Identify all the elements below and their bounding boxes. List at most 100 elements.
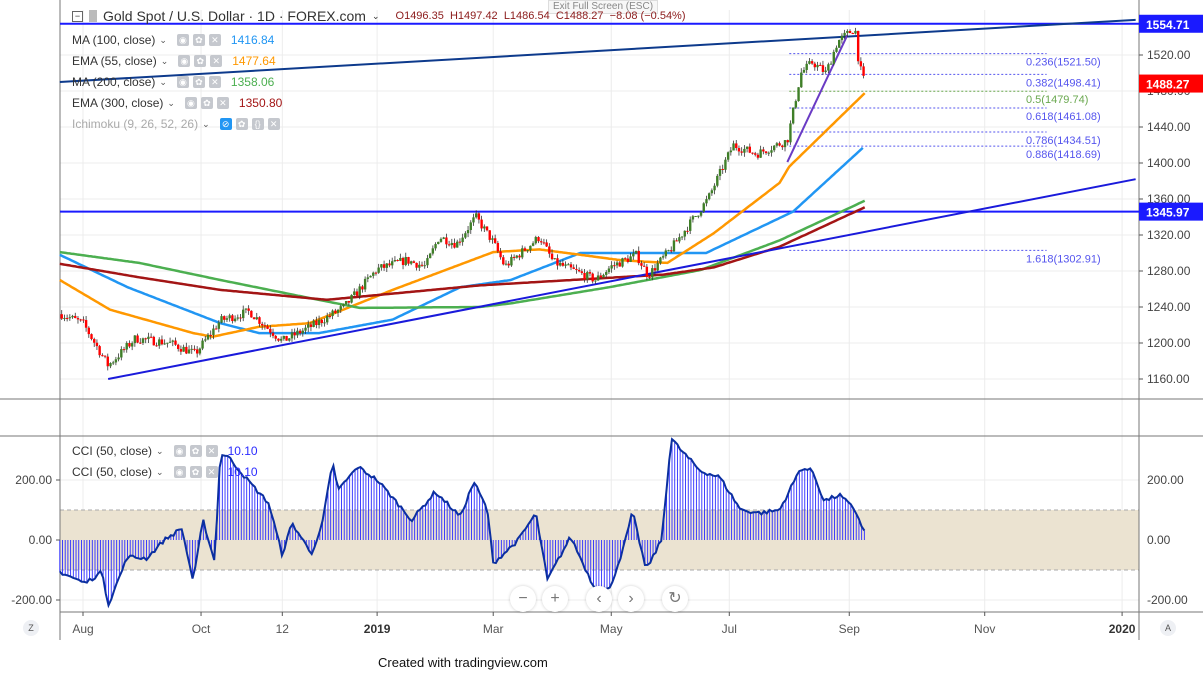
eye-icon[interactable]: ◉ — [173, 466, 186, 478]
indicator-value: 1477.64 — [232, 54, 276, 68]
symbol-title[interactable]: Gold Spot / U.S. Dollar · 1D · FOREX.com — [103, 8, 366, 24]
close-icon[interactable]: ✕ — [205, 466, 218, 478]
candle-body — [797, 87, 800, 102]
candle-body — [699, 211, 703, 216]
indicator-label[interactable]: MA (200, close) — [72, 75, 155, 89]
chevron-down-icon[interactable]: ⌄ — [161, 56, 169, 67]
indicator-label[interactable]: MA (100, close) — [72, 33, 155, 47]
candle-body — [615, 262, 619, 266]
candle-body — [109, 363, 112, 367]
candle-body — [672, 240, 676, 252]
indicator-legend-4[interactable]: Ichimoku (9, 26, 52, 26) ⌄ ⊘ ✿{} ✕ — [72, 117, 290, 131]
indicator-value: 1416.84 — [230, 33, 275, 47]
candle-body — [125, 343, 128, 350]
indicator-legend-3[interactable]: EMA (300, close) ⌄ ◉ ✿ ✕ 1350.80 — [72, 96, 282, 110]
candle-body — [450, 242, 454, 246]
price-tag-label: 1488.27 — [1146, 78, 1190, 92]
candle-body — [393, 260, 397, 262]
candle-body — [556, 258, 559, 266]
candle-body — [707, 193, 711, 200]
indicator-legend-0[interactable]: MA (100, close) ⌄ ◉ ✿ ✕ 1416.84 — [72, 33, 274, 47]
candle-body — [128, 343, 131, 347]
gear-icon[interactable]: ✿ — [194, 55, 207, 67]
candle-body — [388, 263, 391, 266]
candle-body — [320, 319, 323, 324]
close-icon[interactable]: ✕ — [210, 55, 223, 67]
source-code-icon[interactable]: {} — [251, 118, 264, 130]
candle-body — [315, 320, 318, 326]
candle-body — [206, 334, 210, 340]
gear-icon[interactable]: ✿ — [189, 445, 202, 457]
cci-label[interactable]: CCI (50, close) — [72, 444, 152, 458]
candle-body — [626, 258, 630, 262]
indicator-legend-2[interactable]: MA (200, close) ⌄ ◉ ✿ ✕ 1358.06 — [72, 75, 274, 89]
reset-chart-button[interactable]: ↻ — [662, 586, 688, 612]
fib-level-label: 0.382(1498.41) — [1026, 77, 1101, 89]
candle-body — [87, 327, 91, 335]
candle-body — [309, 324, 313, 327]
indicator-label[interactable]: Ichimoku (9, 26, 52, 26) — [72, 117, 198, 131]
close-icon[interactable]: ✕ — [205, 445, 218, 457]
chevron-down-icon[interactable]: ⌄ — [372, 11, 380, 22]
gear-icon[interactable]: ✿ — [192, 34, 205, 46]
chevron-down-icon[interactable]: ⌄ — [202, 119, 210, 130]
candle-body — [521, 248, 524, 258]
price-tag-label: 1345.97 — [1146, 206, 1190, 220]
candle-body — [106, 356, 109, 367]
scroll-forward-button[interactable]: › — [618, 586, 644, 612]
cci-legend-1[interactable]: CCI (50, close) ⌄ ◉ ✿ ✕ 10.10 — [72, 465, 258, 479]
candle-body — [409, 261, 413, 264]
candle-body — [269, 328, 272, 333]
eye-icon[interactable]: ◉ — [176, 76, 189, 88]
gear-icon[interactable]: ✿ — [192, 76, 205, 88]
fib-level-label: 0.886(1418.69) — [1026, 149, 1101, 161]
price-axis-label: 1400.00 — [1147, 156, 1191, 170]
cci-label[interactable]: CCI (50, close) — [72, 465, 152, 479]
candle-body — [483, 226, 486, 229]
indicator-label[interactable]: EMA (55, close) — [72, 54, 157, 68]
chevron-down-icon[interactable]: ⌄ — [159, 77, 167, 88]
time-axis-label: Aug — [72, 622, 93, 636]
eye-icon[interactable]: ◉ — [176, 34, 189, 46]
indicator-legend-1[interactable]: EMA (55, close) ⌄ ◉ ✿ ✕ 1477.64 — [72, 54, 276, 68]
zoom-in-button[interactable]: + — [542, 586, 568, 612]
candle-body — [399, 257, 402, 261]
eye-icon[interactable]: ◉ — [178, 55, 191, 67]
candle-body — [637, 250, 640, 264]
close-icon[interactable]: ✕ — [267, 118, 280, 130]
candle-body — [791, 107, 795, 124]
chevron-down-icon[interactable]: ⌄ — [159, 35, 167, 46]
indicator-value: 1358.06 — [230, 75, 275, 89]
cci-legend-0[interactable]: CCI (50, close) ⌄ ◉ ✿ ✕ 10.10 — [72, 444, 258, 458]
zoom-mode-button[interactable]: Z — [23, 620, 39, 636]
scroll-back-button[interactable]: ‹ — [586, 586, 612, 612]
candle-body — [596, 275, 600, 281]
close-icon[interactable]: ✕ — [216, 97, 229, 109]
close-icon[interactable]: ✕ — [208, 34, 221, 46]
candle-body — [68, 317, 72, 319]
chevron-down-icon[interactable]: ⌄ — [167, 98, 175, 109]
eye-icon[interactable]: ◉ — [184, 97, 197, 109]
chevron-down-icon[interactable]: ⌄ — [156, 467, 164, 478]
zoom-out-button[interactable]: − — [510, 586, 536, 612]
candle-body — [599, 275, 603, 278]
candle-body — [447, 244, 451, 246]
chevron-down-icon[interactable]: ⌄ — [156, 446, 164, 457]
eye-off-icon[interactable]: ⊘ — [219, 118, 232, 130]
candle-body — [583, 272, 586, 280]
eye-icon[interactable]: ◉ — [173, 445, 186, 457]
candle-body — [117, 357, 120, 360]
candle-body — [534, 237, 537, 244]
candle-body — [588, 272, 592, 274]
indicator-label[interactable]: EMA (300, close) — [72, 96, 163, 110]
candle-body — [233, 318, 237, 322]
auto-scale-button[interactable]: A — [1160, 620, 1176, 636]
collapse-icon[interactable]: − — [72, 10, 83, 22]
gear-icon[interactable]: ✿ — [200, 97, 213, 109]
candle-body — [726, 152, 730, 160]
gear-icon[interactable]: ✿ — [235, 118, 248, 130]
price-axis-label: 1320.00 — [1147, 228, 1191, 242]
candle-body — [724, 159, 727, 170]
close-icon[interactable]: ✕ — [208, 76, 221, 88]
gear-icon[interactable]: ✿ — [189, 466, 202, 478]
